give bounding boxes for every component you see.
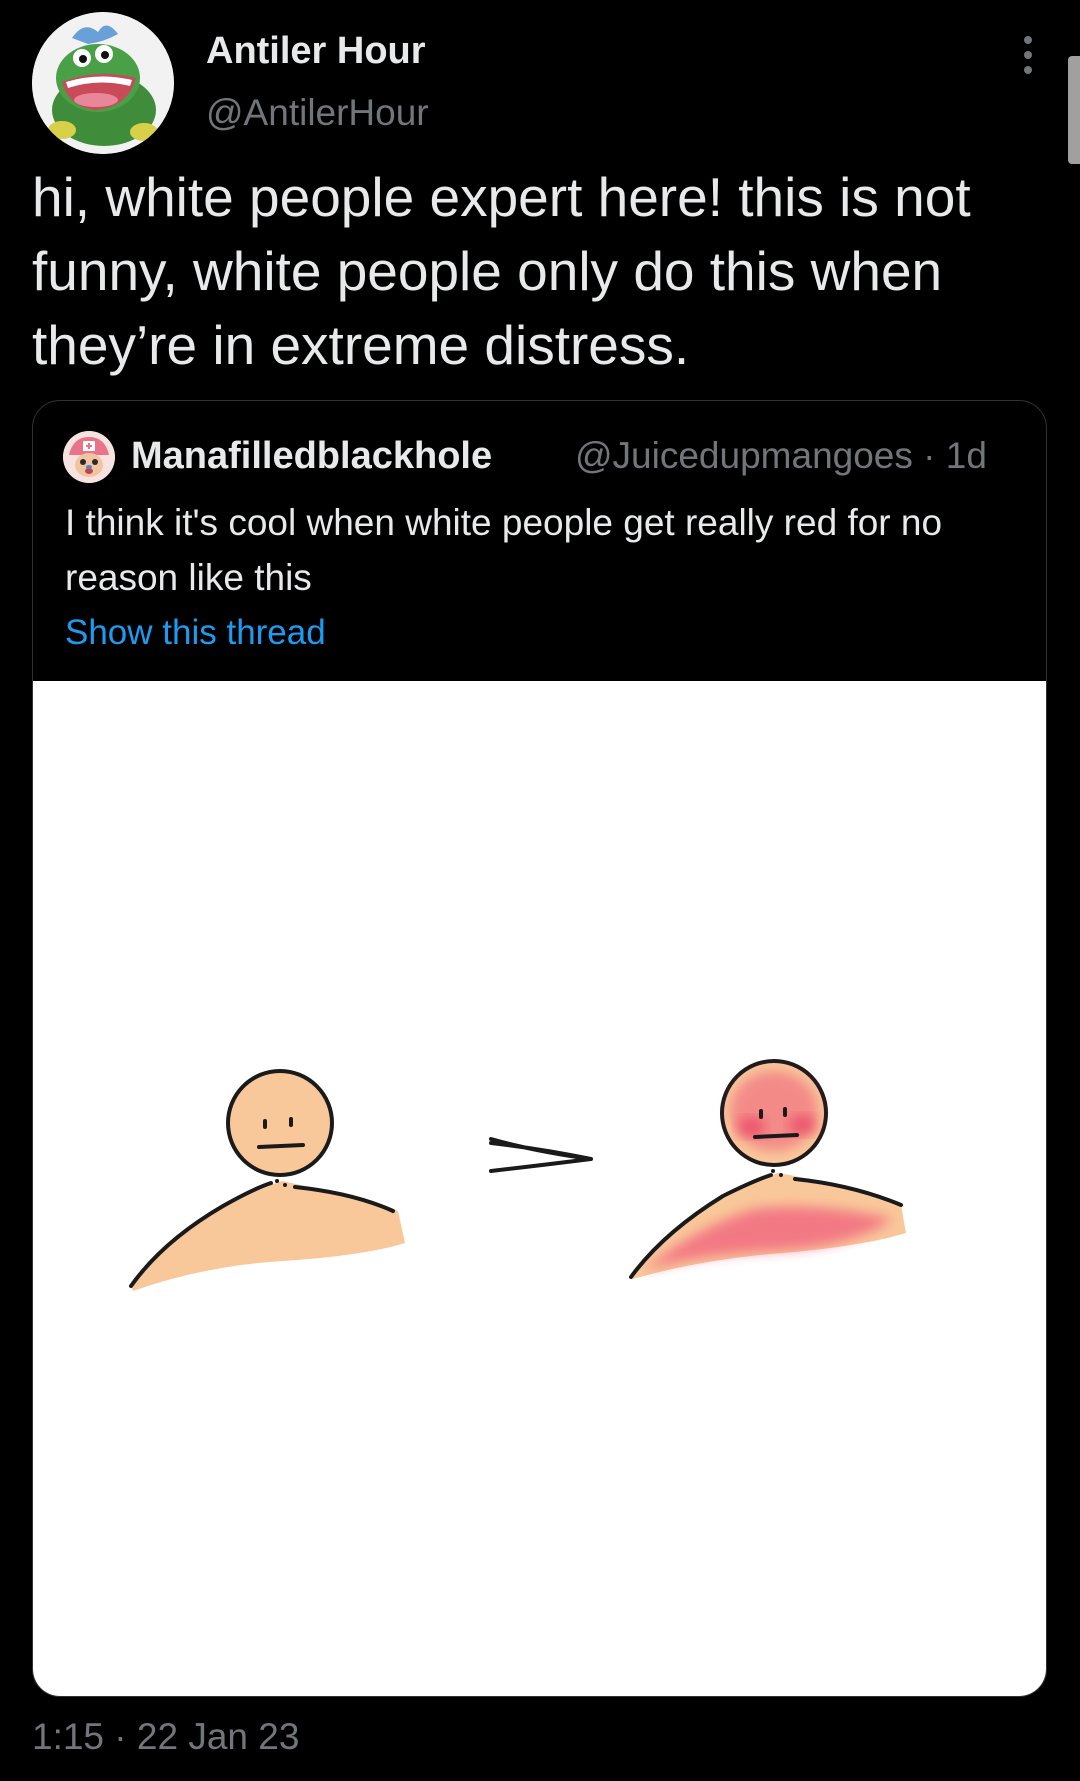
tweet: Antiler Hour @AntilerHour hi, white peop… bbox=[0, 0, 1080, 1781]
more-vertical-icon-dot bbox=[1024, 66, 1032, 74]
more-vertical-icon bbox=[1024, 36, 1032, 44]
author-name[interactable]: Antiler Hour bbox=[206, 30, 426, 73]
blushing-figure bbox=[629, 1059, 906, 1279]
more-vertical-icon-dot bbox=[1024, 51, 1032, 59]
quoted-author-handle-and-age: @Juicedupmangoes · 1d bbox=[575, 435, 987, 476]
tweet-timestamp[interactable]: 1:15 · 22 Jan 23 bbox=[32, 1716, 299, 1758]
more-options-button[interactable] bbox=[1012, 30, 1044, 80]
quoted-tweet-card[interactable]: Manafilledblackhole @Juicedupmangoes · 1… bbox=[32, 400, 1047, 1697]
quoted-tweet-image[interactable] bbox=[33, 681, 1046, 1696]
show-thread-link[interactable]: Show this thread bbox=[65, 613, 326, 653]
quoted-author-avatar bbox=[63, 431, 115, 483]
arrow-right-icon bbox=[489, 1137, 593, 1173]
quoted-tweet-text: I think it's cool when white people get … bbox=[65, 502, 943, 598]
tweet-text: hi, white people expert here! this is no… bbox=[32, 166, 971, 376]
author-handle[interactable]: @AntilerHour bbox=[206, 92, 429, 134]
quoted-author-name: Manafilledblackhole bbox=[131, 435, 493, 477]
green-dinosaur-plush-avatar-icon bbox=[32, 12, 174, 154]
neutral-figure bbox=[129, 1069, 405, 1291]
anime-character-pink-hat-avatar-icon bbox=[63, 431, 115, 483]
author-avatar[interactable] bbox=[32, 12, 174, 154]
blushing-person-drawing bbox=[129, 1059, 906, 1291]
scrollbar-thumb[interactable] bbox=[1068, 56, 1080, 164]
